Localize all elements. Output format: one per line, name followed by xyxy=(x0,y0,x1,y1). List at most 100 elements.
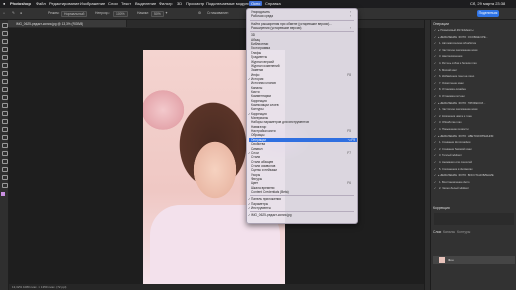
operations-row[interactable]: ✓ 6. Добавление тени на лицо xyxy=(434,74,514,77)
menu-item[interactable]: ✓ Инструменты xyxy=(248,206,353,210)
menu-select[interactable]: Выделение xyxy=(135,1,156,6)
flow-field[interactable]: 50% xyxy=(151,11,164,17)
operations-row[interactable]: ✓ 1. Автоматическая обработка xyxy=(434,41,514,44)
checkmark-icon[interactable]: ✓ xyxy=(434,115,436,117)
menu-item[interactable]: Content Credentials (Beta) xyxy=(251,190,353,194)
pen-tool-icon[interactable] xyxy=(2,143,8,148)
brush-tool-icon[interactable]: ✎ xyxy=(12,11,15,15)
operations-row[interactable]: ✓ ▸ ДЕФАЛЕНИЕ_ФОТО_ЦВЕТОКОРРЕКЦИЯ xyxy=(434,134,514,137)
menu-3d[interactable]: 3D xyxy=(177,1,182,6)
checkmark-icon[interactable]: ✓ xyxy=(434,88,436,90)
type-tool-icon[interactable] xyxy=(2,151,8,156)
brush-size-icon[interactable]: ● xyxy=(20,11,22,15)
menu-item[interactable]: Рабочая среда › xyxy=(251,14,353,18)
menu-item[interactable]: ✓ IMG_0625-редакт-копия.jpg xyxy=(248,213,353,217)
operations-row[interactable]: ✓ 4. Повышение резкости xyxy=(434,127,514,130)
lasso-tool-icon[interactable] xyxy=(2,39,8,44)
checkmark-icon[interactable]: ✓ xyxy=(434,102,436,104)
checkmark-icon[interactable]: ✓ xyxy=(434,69,436,71)
operations-row[interactable]: ✓ 5. Сохранение в форматах xyxy=(434,167,514,170)
operations-row[interactable]: ✓ 1. Восстановление фото xyxy=(434,180,514,183)
operations-row[interactable]: ✓ 5. Мягкий цвет xyxy=(434,68,514,71)
quick-select-tool-icon[interactable] xyxy=(2,47,8,52)
healing-brush-tool-icon[interactable] xyxy=(2,79,8,84)
operations-row[interactable]: ✓ 3. Обработка глаз xyxy=(434,120,514,123)
operations-row[interactable]: ✓ 7. Осветление кожи xyxy=(434,81,514,84)
checkmark-icon[interactable]: ✓ xyxy=(434,141,436,143)
operations-row[interactable]: ✓ 2. Создание базовой кожи xyxy=(434,147,514,150)
history-brush-tool-icon[interactable] xyxy=(2,103,8,108)
operations-row[interactable]: ✓ ▸ Покадровый ДЭ Эффекты xyxy=(434,28,514,31)
operations-row[interactable]: ✓ 1. Частотное разложение кожи xyxy=(434,107,514,110)
menu-file[interactable]: Файл xyxy=(36,1,46,6)
operations-row[interactable]: ✓ 3. Цветокоррекция xyxy=(434,54,514,57)
menu-help[interactable]: Справка xyxy=(265,1,281,6)
apple-icon[interactable]: ● xyxy=(3,1,5,6)
operations-row[interactable]: ✓ ▸ ДЕФАЛЕНИЕ_ФОТО_ОСОБЫЕ КРЕ... xyxy=(434,35,514,38)
settings-icon[interactable]: ⚙ xyxy=(198,11,201,15)
checkmark-icon[interactable]: ✓ xyxy=(434,168,436,170)
menu-type[interactable]: Текст xyxy=(121,1,131,6)
path-select-tool-icon[interactable] xyxy=(2,159,8,164)
operations-panel-title[interactable]: Операции xyxy=(433,22,449,26)
checkmark-icon[interactable]: ✓ xyxy=(434,187,436,189)
menu-edit[interactable]: Редактирование xyxy=(49,1,79,6)
menu-layers[interactable]: Слои xyxy=(108,1,118,6)
correction-icons[interactable] xyxy=(434,213,514,225)
operations-row[interactable]: ✓ 8. Установка дизайна xyxy=(434,87,514,90)
operations-row[interactable]: ✓ 4. Ретушь зубов и белков глаз xyxy=(434,61,514,64)
operations-row[interactable]: ✓ 3. Теплый эффект xyxy=(434,153,514,156)
operations-row[interactable]: ✓ ▸ ДЕФАЛЕНИЕ_ФОТО_ПРОФЕССИ... xyxy=(434,101,514,104)
checkmark-icon[interactable]: ✓ xyxy=(434,128,436,130)
checkmark-icon[interactable]: ✓ xyxy=(434,161,436,163)
document-tab[interactable]: IMG_0625-редакт-копия.jpg @ 13,3% (RGB/8… xyxy=(8,20,127,27)
operations-row[interactable]: ✓ 2. Частотное разложение кожи xyxy=(434,48,514,51)
crop-tool-icon[interactable] xyxy=(2,55,8,60)
home-icon[interactable]: ⌂ xyxy=(3,11,5,15)
hand-tool-icon[interactable] xyxy=(2,175,8,180)
operations-row[interactable]: ✓ 2. Черно-белый эффект xyxy=(434,186,514,189)
checkmark-icon[interactable]: ✓ xyxy=(434,95,436,97)
mode-select[interactable]: Нормальный xyxy=(61,11,88,17)
operations-row[interactable]: ✓ 1. Создание фотографии xyxy=(434,140,514,143)
checkmark-icon[interactable]: ✓ xyxy=(434,108,436,110)
layers-tab[interactable]: Слои xyxy=(433,230,441,234)
menu-window[interactable]: Окно xyxy=(249,1,263,6)
dodge-tool-icon[interactable] xyxy=(2,135,8,140)
operations-row[interactable]: ✓ 9. Установка ретуши xyxy=(434,94,514,97)
checkmark-icon[interactable]: ✓ xyxy=(434,55,436,57)
brush-tool-icon[interactable] xyxy=(2,87,8,92)
airbrush-icon[interactable]: ✦ xyxy=(165,11,168,15)
checkmark-icon[interactable]: ✓ xyxy=(434,49,436,51)
app-menu[interactable]: Photoshop xyxy=(10,1,31,6)
channels-tab[interactable]: Каналы xyxy=(443,230,455,234)
checkmark-icon[interactable]: ✓ xyxy=(434,154,436,156)
checkmark-icon[interactable]: ✓ xyxy=(434,29,436,31)
eraser-tool-icon[interactable] xyxy=(2,111,8,116)
eyedropper-tool-icon[interactable] xyxy=(2,71,8,76)
checkmark-icon[interactable]: ✓ xyxy=(434,36,436,38)
blur-tool-icon[interactable] xyxy=(2,127,8,132)
checkmark-icon[interactable]: ✓ xyxy=(434,75,436,77)
correction-panel-title[interactable]: Коррекция xyxy=(433,206,450,210)
clone-stamp-tool-icon[interactable] xyxy=(2,95,8,100)
menu-image[interactable]: Изображение xyxy=(80,1,105,6)
operations-row[interactable]: ✓ 4. Анимация для соцсетей xyxy=(434,160,514,163)
paths-tab[interactable]: Контуры xyxy=(457,230,470,234)
menu-plugins[interactable]: Подключаемые модули xyxy=(206,1,250,6)
share-button[interactable]: Поделиться xyxy=(477,10,499,17)
gradient-tool-icon[interactable] xyxy=(2,119,8,124)
frame-tool-icon[interactable] xyxy=(2,63,8,68)
zoom-tool-icon[interactable] xyxy=(2,183,8,188)
foreground-color-swatch[interactable] xyxy=(1,192,5,196)
checkmark-icon[interactable]: ✓ xyxy=(434,148,436,150)
checkmark-icon[interactable]: ✓ xyxy=(434,82,436,84)
checkmark-icon[interactable]: ✓ xyxy=(434,174,436,176)
checkmark-icon[interactable]: ✓ xyxy=(434,42,436,44)
checkmark-icon[interactable]: ✓ xyxy=(434,121,436,123)
shape-tool-icon[interactable] xyxy=(2,167,8,172)
menu-filter[interactable]: Фильтр xyxy=(159,1,172,6)
layer-row[interactable]: Фон xyxy=(433,256,515,264)
checkmark-icon[interactable]: ✓ xyxy=(434,181,436,183)
marquee-tool-icon[interactable] xyxy=(2,31,8,36)
